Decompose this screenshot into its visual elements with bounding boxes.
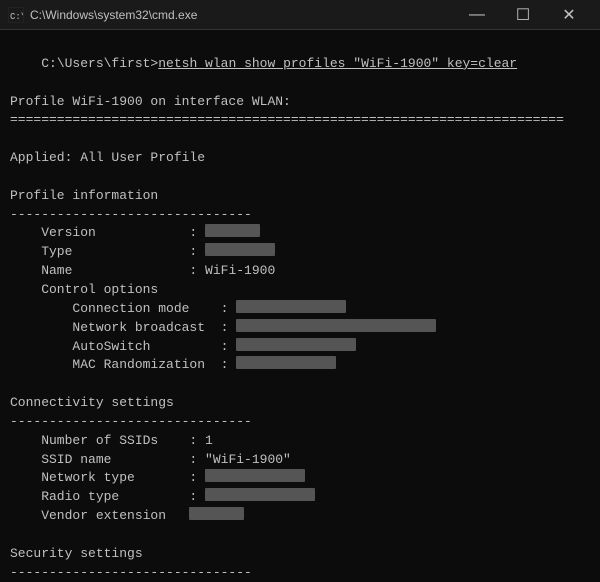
radio-type-row: Radio type :	[10, 488, 590, 507]
network-broadcast-value	[236, 319, 436, 332]
vendor-extension-label: Vendor extension	[10, 507, 189, 526]
autoswitch-value	[236, 338, 356, 351]
ssid-name-value: "WiFi-1900"	[205, 451, 291, 470]
title-bar: C:\ C:\Windows\system32\cmd.exe — ☐ ✕	[0, 0, 600, 30]
type-value	[205, 243, 275, 256]
radio-type-label: Radio type :	[10, 488, 205, 507]
name-value: WiFi-1900	[205, 262, 275, 281]
prompt: C:\Users\first>	[41, 56, 158, 71]
vendor-extension-value	[189, 507, 244, 520]
window-controls: — ☐ ✕	[454, 0, 592, 30]
maximize-button[interactable]: ☐	[500, 0, 546, 30]
divider-line: ========================================…	[10, 111, 590, 130]
mac-randomization-row: MAC Randomization :	[10, 356, 590, 375]
applied-line: Applied: All User Profile	[10, 149, 590, 168]
security-dashes: -------------------------------	[10, 564, 590, 582]
blank-line-3	[10, 375, 590, 394]
profile-dashes: -------------------------------	[10, 206, 590, 225]
profile-line: Profile WiFi-1900 on interface WLAN:	[10, 93, 590, 112]
connectivity-header: Connectivity settings	[10, 394, 590, 413]
ssid-name-label: SSID name :	[10, 451, 205, 470]
control-options-label: Control options	[10, 281, 590, 300]
network-broadcast-row: Network broadcast :	[10, 319, 590, 338]
command-line: C:\Users\first>netsh wlan show profiles …	[10, 36, 590, 93]
connectivity-dashes: -------------------------------	[10, 413, 590, 432]
autoswitch-row: AutoSwitch :	[10, 338, 590, 357]
security-header: Security settings	[10, 545, 590, 564]
num-ssids-value: 1	[205, 432, 213, 451]
terminal-content: C:\Users\first>netsh wlan show profiles …	[0, 30, 600, 582]
vendor-extension-row: Vendor extension	[10, 507, 590, 526]
network-type-value	[205, 469, 305, 482]
minimize-button[interactable]: —	[454, 0, 500, 30]
type-label: Type :	[10, 243, 205, 262]
connection-mode-label: Connection mode :	[10, 300, 236, 319]
autoswitch-label: AutoSwitch :	[10, 338, 236, 357]
close-button[interactable]: ✕	[546, 0, 592, 30]
profile-info-header: Profile information	[10, 187, 590, 206]
svg-text:C:\: C:\	[10, 12, 23, 22]
version-row: Version :	[10, 224, 590, 243]
blank-line-1	[10, 130, 590, 149]
ssid-name-row: SSID name : "WiFi-1900"	[10, 451, 590, 470]
mac-randomization-label: MAC Randomization :	[10, 356, 236, 375]
connection-mode-row: Connection mode :	[10, 300, 590, 319]
title-bar-left: C:\ C:\Windows\system32\cmd.exe	[8, 7, 197, 23]
num-ssids-row: Number of SSIDs : 1	[10, 432, 590, 451]
blank-line-4	[10, 526, 590, 545]
name-row: Name : WiFi-1900	[10, 262, 590, 281]
num-ssids-label: Number of SSIDs :	[10, 432, 205, 451]
version-value	[205, 224, 260, 237]
blank-line-2	[10, 168, 590, 187]
command-text: netsh wlan show profiles "WiFi-1900" key…	[158, 56, 517, 71]
network-type-row: Network type :	[10, 469, 590, 488]
type-row: Type :	[10, 243, 590, 262]
cmd-icon: C:\	[8, 7, 24, 23]
network-type-label: Network type :	[10, 469, 205, 488]
name-label: Name :	[10, 262, 205, 281]
radio-type-value	[205, 488, 315, 501]
connection-mode-value	[236, 300, 346, 313]
window-title: C:\Windows\system32\cmd.exe	[30, 8, 197, 22]
network-broadcast-label: Network broadcast :	[10, 319, 236, 338]
mac-randomization-value	[236, 356, 336, 369]
version-label: Version :	[10, 224, 205, 243]
